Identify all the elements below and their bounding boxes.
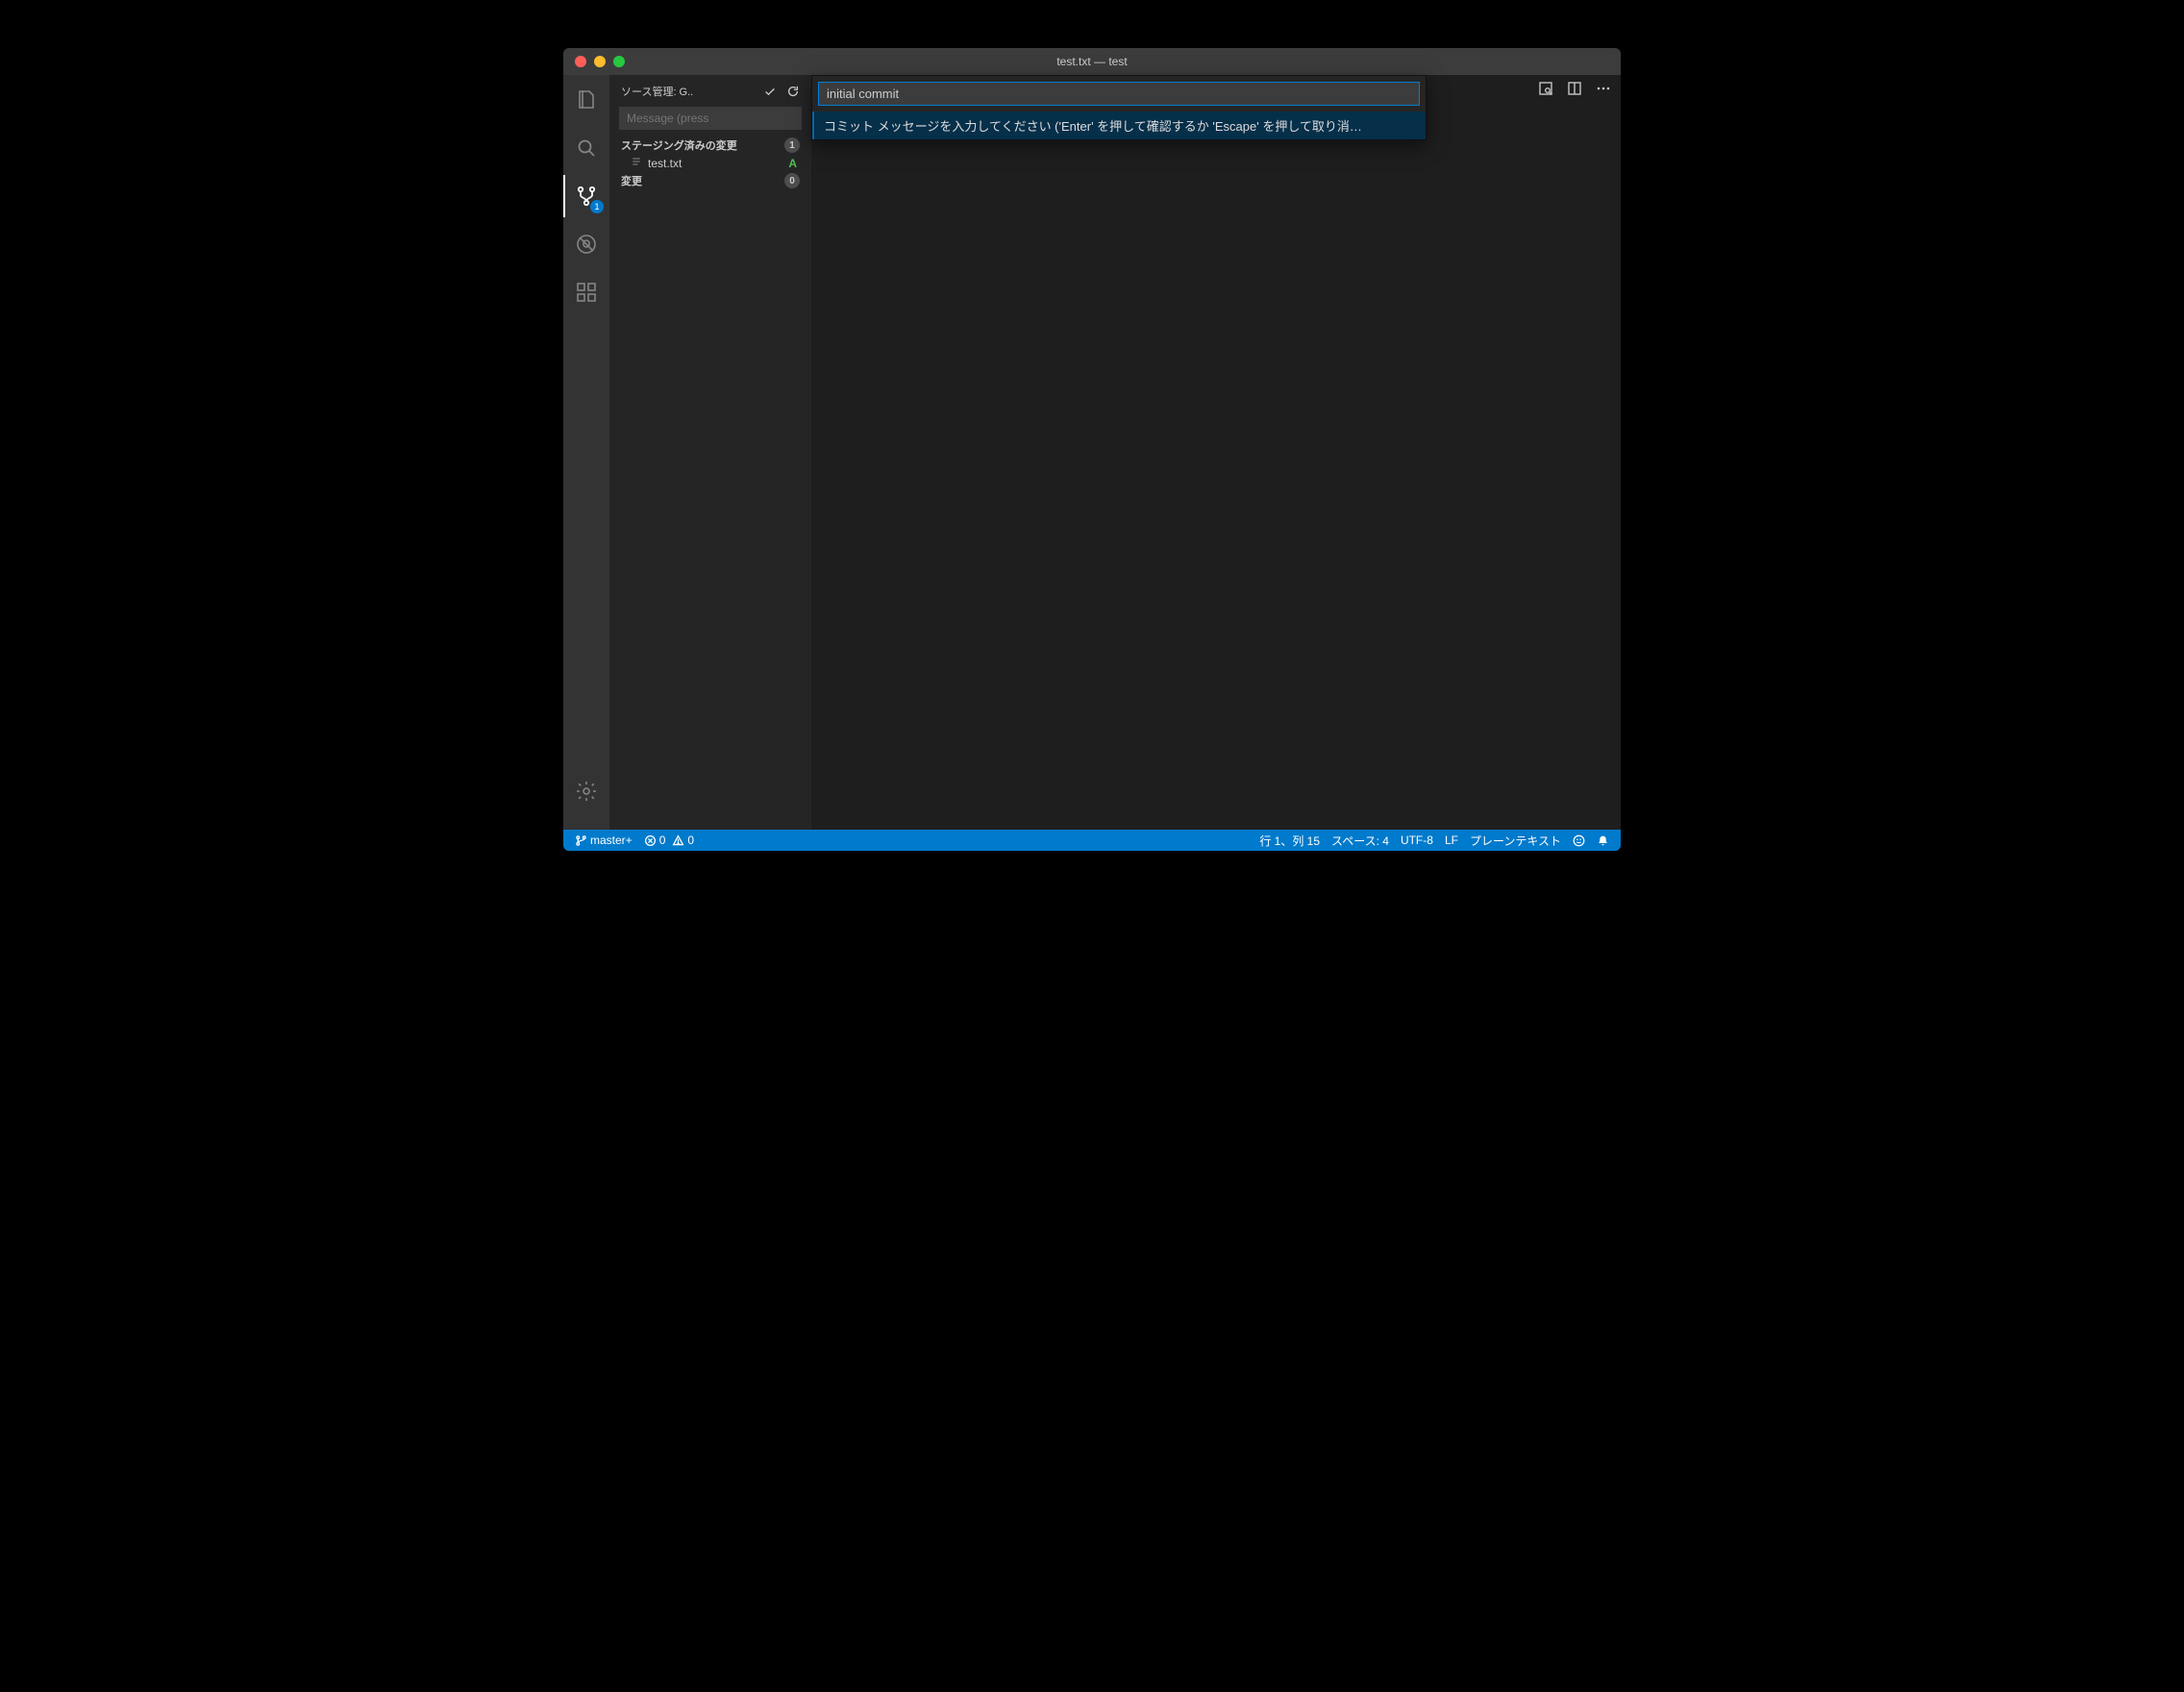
bell-icon <box>1597 834 1609 847</box>
commit-message-box[interactable] <box>619 107 802 130</box>
git-branch-icon <box>575 834 587 847</box>
status-indentation[interactable]: スペース: 4 <box>1326 830 1395 851</box>
error-icon <box>644 834 657 847</box>
close-window-button[interactable] <box>575 56 586 67</box>
staged-count-badge: 1 <box>784 137 800 153</box>
explorer-tab[interactable] <box>563 85 609 115</box>
split-editor-icon[interactable] <box>1567 81 1582 96</box>
file-icon <box>631 156 642 170</box>
search-icon <box>575 137 598 160</box>
command-palette: コミット メッセージを入力してください ('Enter' を押して確認するか '… <box>811 75 1427 140</box>
warning-count: 0 <box>687 834 694 847</box>
commit-message-input[interactable] <box>619 107 802 130</box>
title-bar[interactable]: test.txt — test <box>563 48 1621 75</box>
extensions-icon <box>575 281 598 304</box>
status-encoding[interactable]: UTF-8 <box>1395 830 1439 851</box>
scm-provider-title: ソース管理: G.. <box>621 84 757 99</box>
status-language-mode[interactable]: プレーンテキスト <box>1464 830 1567 851</box>
open-preview-icon[interactable] <box>1538 81 1553 96</box>
error-count: 0 <box>659 834 666 847</box>
search-tab[interactable] <box>563 133 609 163</box>
branch-name: master+ <box>590 834 633 847</box>
file-status-badge: A <box>788 157 797 170</box>
files-icon <box>575 88 598 112</box>
scm-header: ソース管理: G.. <box>609 75 811 107</box>
status-feedback[interactable] <box>1567 830 1591 851</box>
changes-count-badge: 0 <box>784 173 800 188</box>
activity-bar: 1 <box>563 75 609 830</box>
status-bar: master+ 0 0 行 1、列 15 スペース: 4 UTF-8 LF プレ… <box>563 830 1621 851</box>
extensions-tab[interactable] <box>563 277 609 308</box>
settings-button[interactable] <box>563 776 609 807</box>
vscode-window: test.txt — test 1 <box>563 48 1621 851</box>
source-control-tab[interactable]: 1 <box>563 181 609 212</box>
editor-area: コミット メッセージを入力してください ('Enter' を押して確認するか '… <box>811 75 1621 830</box>
debug-tab[interactable] <box>563 229 609 260</box>
staged-file-row[interactable]: test.txt A <box>609 155 811 171</box>
staged-changes-label: ステージング済みの変更 <box>621 137 737 153</box>
status-cursor-position[interactable]: 行 1、列 15 <box>1253 830 1326 851</box>
status-branch[interactable]: master+ <box>569 830 638 851</box>
status-eol[interactable]: LF <box>1439 830 1464 851</box>
changes-section[interactable]: 変更 0 <box>609 171 811 190</box>
staged-changes-section[interactable]: ステージング済みの変更 1 <box>609 136 811 155</box>
status-notifications[interactable] <box>1591 830 1615 851</box>
traffic-lights <box>563 56 625 67</box>
palette-input[interactable] <box>818 82 1420 106</box>
refresh-icon[interactable] <box>786 85 800 98</box>
window-title: test.txt — test <box>563 55 1621 68</box>
changes-label: 変更 <box>621 173 642 188</box>
warning-icon <box>672 834 684 847</box>
minimize-window-button[interactable] <box>594 56 606 67</box>
no-bug-icon <box>575 233 598 256</box>
gear-icon <box>575 780 598 803</box>
palette-hint-item[interactable]: コミット メッセージを入力してください ('Enter' を押して確認するか '… <box>812 112 1426 139</box>
file-name: test.txt <box>648 157 788 170</box>
commit-check-icon[interactable] <box>763 85 777 98</box>
more-actions-icon[interactable] <box>1596 81 1611 96</box>
scm-badge: 1 <box>590 200 604 213</box>
status-problems[interactable]: 0 0 <box>638 830 700 851</box>
source-control-panel: ソース管理: G.. ステージング済みの変更 1 test.txt A <box>609 75 811 830</box>
maximize-window-button[interactable] <box>613 56 625 67</box>
editor-toolbar <box>1538 81 1611 96</box>
smiley-icon <box>1573 834 1585 847</box>
